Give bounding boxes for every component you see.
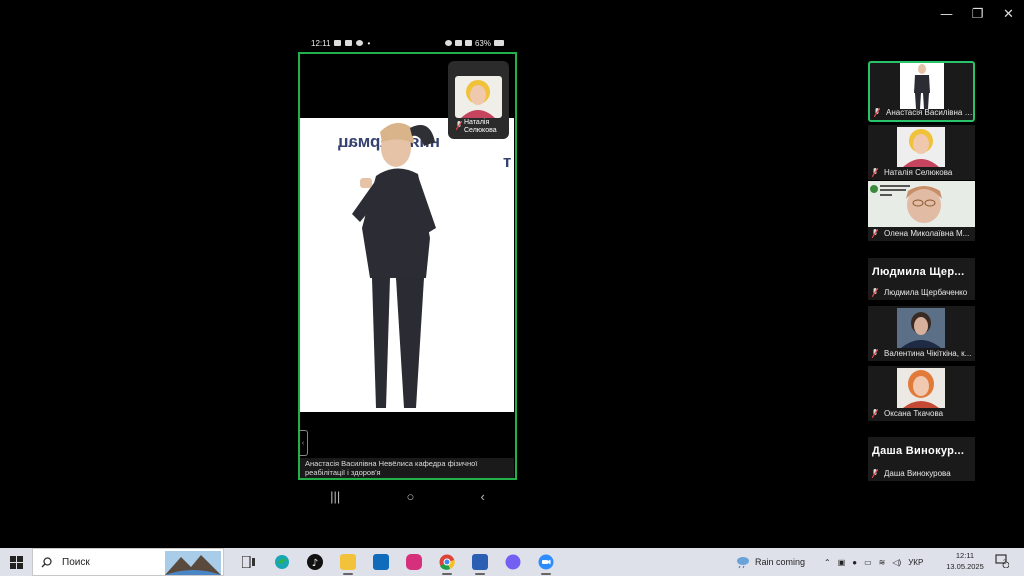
search-label: Поиск [62, 556, 90, 568]
chevron-up-icon[interactable]: ⌃ [824, 558, 831, 567]
standing-person-image [352, 122, 436, 408]
search-icon [41, 556, 52, 568]
taskbar-search-box[interactable]: Поиск [32, 548, 224, 576]
close-icon[interactable]: ✕ [993, 0, 1024, 28]
participant-video [900, 63, 944, 109]
taskbar-clock[interactable]: 12:11 13.05.2025 [944, 550, 986, 572]
wifi-icon [454, 40, 462, 46]
participant-name: Людмила Щербаченко [884, 288, 968, 297]
participant-tile[interactable]: Валентина Чікіткіна, к... [868, 306, 975, 361]
participant-name: Оксана Ткачова [884, 409, 944, 418]
participant-name: Наталія Селюкова [884, 168, 953, 177]
participant-tile[interactable]: Оксана Ткачова [868, 366, 975, 421]
windows-start-icon[interactable] [0, 548, 32, 576]
participant-tile[interactable]: Даша Винокур... Даша Винокурова [868, 437, 975, 481]
system-tray: ⌃ ▣ ● ▭ ≋ ◁) УКР [824, 548, 923, 576]
battery-icon[interactable]: ▭ [864, 558, 872, 567]
volume-icon[interactable]: ◁) [892, 558, 901, 567]
battery-percent: 63% [474, 38, 491, 48]
app-notification-icon [334, 40, 342, 46]
participant-name: Анастасія Василівна Невё... [886, 108, 973, 117]
svg-text:♪: ♪ [311, 558, 317, 569]
phone-time: 12:11 [311, 38, 331, 48]
rain-icon [737, 557, 749, 569]
weather-widget[interactable]: Rain coming [736, 548, 805, 576]
pip-mic-off-icon [456, 121, 462, 130]
zoom-meeting-window: — ❐ ✕ 12:11 • 63% ння фармац т [0, 0, 1024, 576]
clock-time: 12:11 [955, 551, 975, 560]
participant-video [897, 368, 945, 408]
dot-icon: • [367, 38, 371, 48]
minimize-icon[interactable]: — [931, 0, 962, 28]
search-highlight-landscape-icon [165, 551, 221, 575]
participant-video [868, 181, 975, 227]
instagram-icon[interactable] [397, 548, 430, 576]
participant-tile-active[interactable]: Анастасія Василівна Невё... [868, 61, 975, 122]
word-icon[interactable] [463, 548, 496, 576]
file-explorer-icon[interactable] [331, 548, 364, 576]
participant-name-placeholder: Людмила Щер... [872, 266, 965, 278]
battery-icon [494, 40, 504, 46]
zoom-icon[interactable] [529, 548, 562, 576]
viber-notification-icon [356, 40, 364, 46]
microphone-icon[interactable]: ● [852, 558, 857, 567]
pip-participant-video [455, 76, 502, 118]
outlook-icon[interactable] [364, 548, 397, 576]
video-notification-icon [345, 40, 353, 46]
phone-status-bar: 12:11 • 63% [297, 33, 518, 53]
participant-name: Валентина Чікіткіна, к... [884, 349, 972, 358]
edge-browser-icon[interactable] [265, 548, 298, 576]
notification-center-icon[interactable]: 2 [995, 554, 1010, 569]
language-indicator[interactable]: УКР [908, 558, 923, 567]
viber-icon[interactable] [496, 548, 529, 576]
participant-name: Олена Миколаївна М... [884, 229, 970, 238]
alarm-icon [444, 40, 452, 46]
back-icon[interactable]: ‹ [481, 489, 485, 504]
participant-name: Даша Винокурова [884, 469, 951, 478]
participant-tile[interactable]: Наталія Селюкова [868, 125, 975, 180]
participant-name-placeholder: Даша Винокур... [872, 445, 965, 457]
wifi-icon[interactable]: ≋ [879, 558, 886, 567]
signal-icon [464, 40, 472, 46]
participant-tile[interactable]: Олена Миколаївна М... [868, 181, 975, 241]
weather-text: Rain coming [755, 557, 806, 567]
collapse-side-tab[interactable]: ‹ [299, 430, 308, 456]
recent-apps-icon[interactable]: ||| [330, 489, 340, 504]
android-nav-bar: ||| ○ ‹ [297, 482, 518, 510]
mirrored-banner-text-2: т [503, 152, 512, 171]
participant-video [897, 127, 945, 167]
speaker-caption: Анастасія Василівна Невёлиса кафедра фіз… [300, 458, 514, 478]
pip-participant-name: Наталія Селюкова [464, 119, 497, 134]
task-view-icon[interactable] [232, 548, 265, 576]
chrome-icon[interactable] [430, 548, 463, 576]
participant-video [897, 308, 945, 348]
tiktok-icon[interactable]: ♪ [298, 548, 331, 576]
clock-date: 13.05.2025 [946, 562, 984, 571]
notification-count: 2 [1003, 560, 1007, 566]
meet-now-icon[interactable]: ▣ [838, 558, 846, 567]
participant-tile[interactable]: Людмила Щер... Людмила Щербаченко [868, 258, 975, 300]
home-icon[interactable]: ○ [406, 489, 414, 504]
restore-icon[interactable]: ❐ [962, 0, 993, 28]
window-controls: — ❐ ✕ [931, 0, 1024, 28]
taskbar-apps: ♪ [232, 548, 562, 576]
